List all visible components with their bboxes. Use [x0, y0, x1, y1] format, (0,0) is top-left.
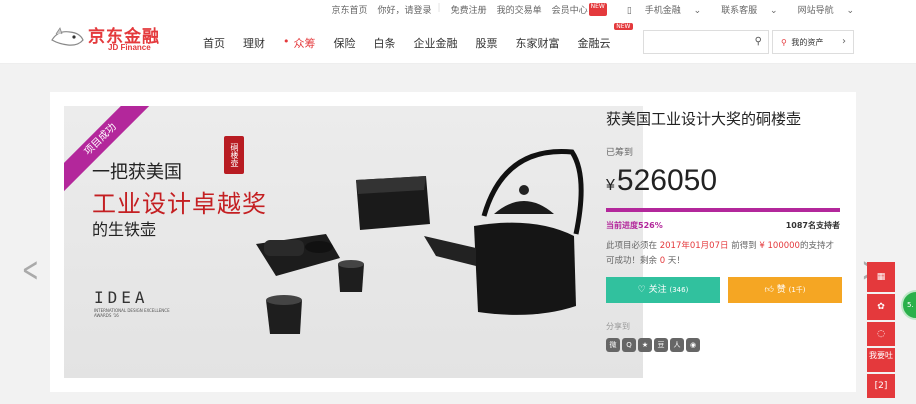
raised-label: 已筹到 [606, 148, 634, 158]
idea-award-logo: IDEA [94, 288, 149, 307]
renren-share-icon[interactable]: 人 [670, 338, 684, 352]
chevron-down-icon: ⌄ [770, 6, 778, 16]
nav-finance-cloud[interactable]: 金融云 NEW [578, 23, 633, 51]
gift-side-button[interactable]: ✿ [867, 294, 895, 320]
nav-dongjia[interactable]: 东家财富 [516, 35, 560, 51]
progress-stats: 当前进度526% 1087名支持者 [606, 220, 840, 231]
link-login[interactable]: 你好，请登录 [378, 3, 432, 16]
star-share-icon[interactable]: ★ [638, 338, 652, 352]
hero-slogan-line3: 的生铁壶 [92, 220, 157, 239]
top-bar: 京东首页 你好，请登录 | 免费注册 我的交易单 会员中心 NEW ▯ 手机金融… [0, 0, 916, 18]
floating-bubble-icon[interactable]: 5. [901, 290, 916, 320]
refresh-side-button[interactable]: ◌ [867, 322, 895, 346]
qr-code-side-button[interactable]: ▦ [867, 262, 895, 292]
nav-insurance[interactable]: 保险 [334, 35, 356, 51]
funding-note: 此项目必须在 2017年01月07日 前得到 ¥ 100000的支持才可成功！剩… [606, 241, 834, 266]
link-mobile-finance[interactable]: ▯ 手机金融 ⌄ [617, 3, 701, 16]
action-buttons: ♡ 关注 (346) 👍︎ 赞 (1千) [606, 277, 846, 303]
feedback-side-button[interactable]: 我要吐 [867, 348, 895, 372]
hero-slogan-line1: 一把获美国 [92, 162, 182, 183]
nav-baitiao[interactable]: 白条 [374, 35, 396, 51]
search-icon[interactable]: ⚲ [755, 36, 762, 47]
share-icons: 微 Q ★ 豆 人 ◉ [606, 338, 846, 352]
progress-bar [606, 208, 840, 212]
raised-amount: ¥526050 [606, 164, 718, 197]
progress-fill [606, 208, 840, 212]
wechat-share-icon[interactable]: ◉ [686, 338, 700, 352]
top-links: 京东首页 你好，请登录 | 免费注册 我的交易单 会员中心 NEW ▯ 手机金融… [322, 3, 854, 16]
jd-finance-logo[interactable]: 京东金融 JD Finance [50, 22, 180, 56]
my-assets-button[interactable]: ⚲ 我的资产 › [772, 30, 854, 54]
main-header: 京东金融 JD Finance 首页 理财 • 众筹 保险 白条 企业金融 股票… [0, 18, 916, 64]
follow-button[interactable]: ♡ 关注 (346) [606, 277, 720, 303]
chevron-down-icon: ⌄ [693, 6, 702, 16]
chevron-down-icon: ⌄ [846, 6, 854, 16]
main-nav: 首页 理财 • 众筹 保险 白条 企业金融 股票 东家财富 金融云 NEW [203, 23, 647, 51]
back-to-top-button[interactable]: [2] [867, 374, 895, 398]
search-input[interactable]: ⚲ [643, 30, 769, 54]
project-title[interactable]: 获美国工业设计大奖的硐楼壶 [606, 108, 846, 129]
qzone-share-icon[interactable]: Q [622, 338, 636, 352]
project-hero-image[interactable]: 项目成功 硐楼壶 一把获美国 工业设计卓越奖 的生铁壶 IDEA INTERNA… [64, 106, 643, 378]
link-register[interactable]: 免费注册 [451, 3, 487, 16]
share-label: 分享到 [606, 322, 630, 331]
nav-wealth[interactable]: 理财 [243, 35, 265, 51]
nav-enterprise[interactable]: 企业金融 [414, 35, 458, 51]
project-card: 项目成功 硐楼壶 一把获美国 工业设计卓越奖 的生铁壶 IDEA INTERNA… [50, 92, 856, 392]
like-button[interactable]: 👍︎ 赞 (1千) [728, 277, 842, 303]
chevron-right-icon: › [842, 36, 846, 47]
user-icon: ⚲ [781, 38, 787, 47]
heart-icon: ♡ [637, 285, 646, 295]
jd-dog-logo-icon [51, 27, 84, 46]
douban-share-icon[interactable]: 豆 [654, 338, 668, 352]
qr-code-icon: ▦ [876, 272, 886, 282]
phone-icon: ▯ [626, 6, 632, 16]
idea-award-caption: INTERNATIONAL DESIGN EXCELLENCE AWARDS '… [94, 308, 170, 318]
link-member-center[interactable]: 会员中心 [552, 3, 588, 16]
currency-symbol: ¥ [606, 177, 615, 194]
new-badge: NEW [588, 3, 607, 16]
nav-stocks[interactable]: 股票 [476, 35, 498, 51]
hero-slogan-line2: 工业设计卓越奖 [92, 190, 267, 218]
gift-icon: ✿ [877, 302, 885, 312]
progress-label: 当前进度526% [606, 221, 663, 230]
seal-stamp: 硐楼壶 [224, 136, 244, 174]
link-site-nav[interactable]: 网站导航 ⌄ [788, 3, 854, 16]
nav-crowdfunding[interactable]: 众筹 [294, 35, 316, 51]
teapot-illustration [256, 149, 584, 334]
weibo-share-icon[interactable]: 微 [606, 338, 620, 352]
divider: | [437, 3, 441, 13]
project-info: 获美国工业设计大奖的硐楼壶 已筹到 ¥526050 当前进度526% 1087名… [606, 106, 846, 352]
link-customer-service[interactable]: 联系客服 ⌄ [711, 3, 777, 16]
link-jd-home[interactable]: 京东首页 [332, 3, 368, 16]
link-my-orders[interactable]: 我的交易单 [497, 3, 542, 16]
carousel-prev-arrow[interactable]: < [22, 250, 39, 290]
logo-en-text: JD Finance [108, 43, 151, 52]
supporter-count: 1087名支持者 [785, 221, 840, 230]
circle-icon: ◌ [877, 329, 885, 339]
active-dot: • [283, 35, 290, 48]
nav-home[interactable]: 首页 [203, 35, 225, 51]
thumbs-up-icon: 👍︎ [764, 285, 774, 295]
new-badge: NEW [614, 23, 633, 30]
